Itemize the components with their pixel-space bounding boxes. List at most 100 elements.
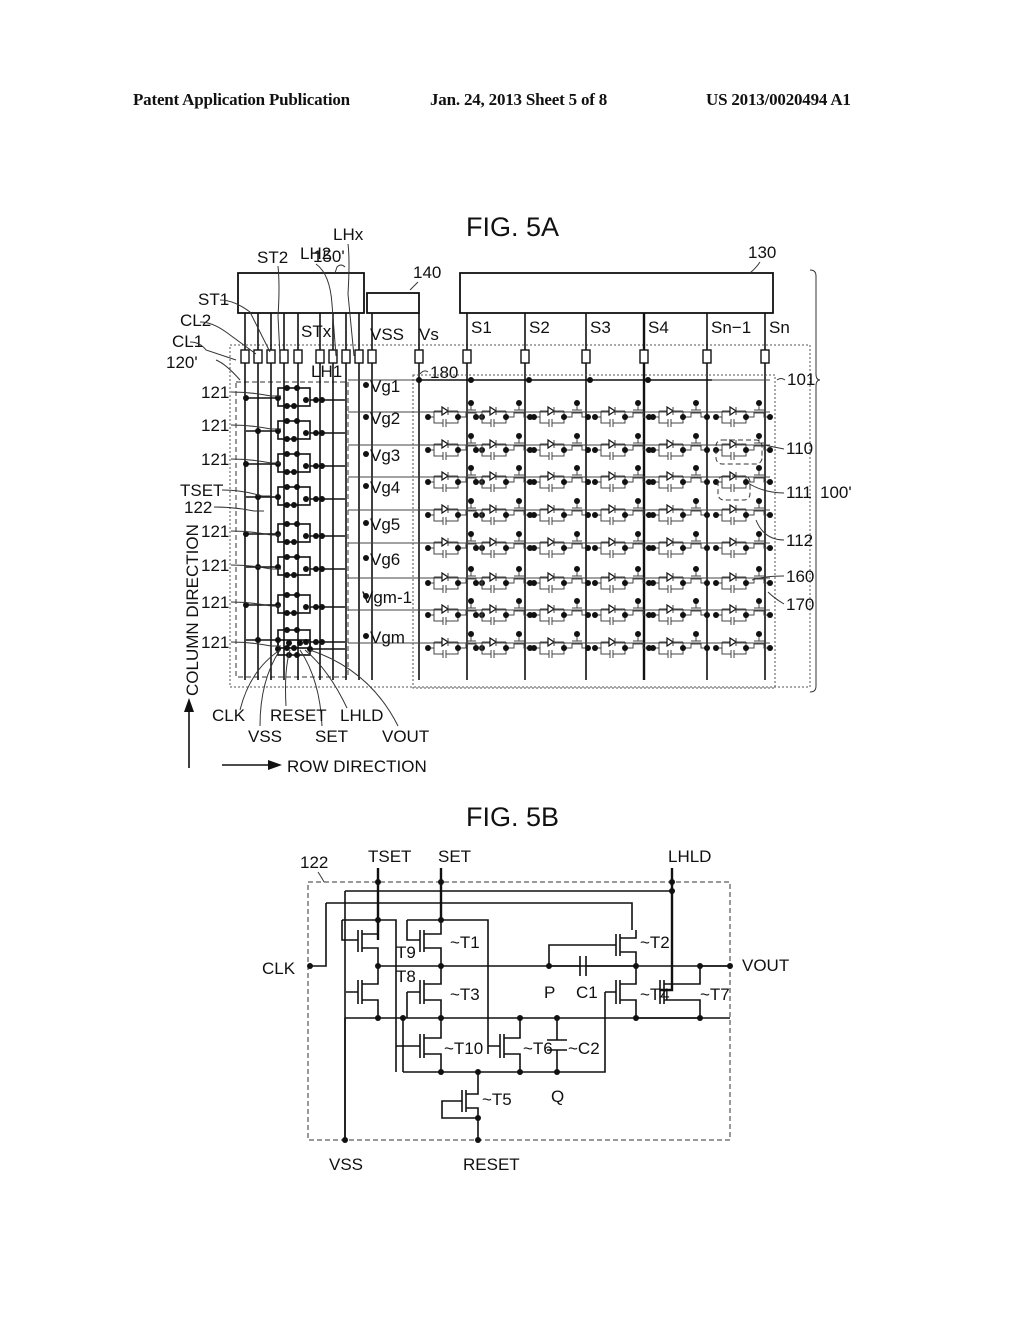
capacitor-icon xyxy=(433,548,459,558)
junction-node xyxy=(473,414,479,420)
junction-node xyxy=(622,512,628,518)
junction-node xyxy=(275,494,281,500)
junction-node xyxy=(284,469,290,475)
junction-node xyxy=(284,436,290,442)
gate-label: Vgm xyxy=(370,628,405,647)
capacitor-icon xyxy=(539,482,565,492)
junction-node xyxy=(303,463,309,469)
connection-pad xyxy=(266,349,276,364)
junction-node xyxy=(574,465,580,471)
capacitor-icon xyxy=(658,648,684,658)
gate-label: Vg1 xyxy=(370,377,400,396)
junction-node xyxy=(756,566,762,572)
junction-node xyxy=(455,512,461,518)
shift-register-stage xyxy=(246,627,345,651)
junction-node xyxy=(531,414,537,420)
junction-node xyxy=(650,512,656,518)
pixel-cell xyxy=(473,433,533,460)
junction-node xyxy=(704,580,710,586)
label-t2: ~T2 xyxy=(640,933,670,952)
gate-node xyxy=(363,633,369,639)
capacitor-icon xyxy=(658,417,684,427)
column-direction-label: COLUMN DIRECTION xyxy=(183,524,202,696)
junction-node xyxy=(592,612,598,618)
capacitor-icon xyxy=(481,515,507,525)
junction-node xyxy=(303,496,309,502)
diode-icon xyxy=(608,470,617,482)
label-cl1: CL1 xyxy=(172,332,203,351)
junction-node xyxy=(622,545,628,551)
capacitor-icon xyxy=(658,583,684,593)
junction-node xyxy=(275,461,281,467)
pixel-cell xyxy=(713,631,773,658)
junction-node xyxy=(585,580,591,586)
diode-icon xyxy=(729,636,738,648)
circuit-node xyxy=(342,1137,348,1143)
gate-node xyxy=(363,414,369,420)
junction-node xyxy=(574,400,580,406)
junction-node xyxy=(516,433,522,439)
junction-node xyxy=(743,545,749,551)
circuit-node xyxy=(438,963,444,969)
source-label: S3 xyxy=(590,318,611,337)
junction-node xyxy=(713,612,719,618)
pixel-cell xyxy=(425,498,485,525)
capacitor-icon xyxy=(658,515,684,525)
capacitor-icon xyxy=(600,450,626,460)
label-stx: STx xyxy=(301,322,332,341)
pixel-cell xyxy=(425,631,485,658)
label-st2: ST2 xyxy=(257,248,288,267)
source-pad xyxy=(639,349,649,364)
junction-node xyxy=(473,612,479,618)
junction-node xyxy=(303,430,309,436)
junction-node xyxy=(473,545,479,551)
pixel-cell xyxy=(713,531,773,558)
circuit-node xyxy=(475,1069,481,1075)
junction-node xyxy=(574,598,580,604)
junction-node xyxy=(531,479,537,485)
junction-node xyxy=(255,428,261,434)
junction-node xyxy=(468,531,474,537)
diode-icon xyxy=(489,571,498,583)
diode-icon xyxy=(489,405,498,417)
junction-node xyxy=(455,645,461,651)
junction-node xyxy=(561,545,567,551)
shift-register-stage xyxy=(246,554,345,578)
junction-node xyxy=(531,545,537,551)
fig-5a: FIG. 5A 150' 140 130 100' 101 CL1 CL2 ST… xyxy=(166,212,852,776)
junction-node xyxy=(635,465,641,471)
connection-pad xyxy=(354,349,364,364)
junction-node xyxy=(516,631,522,637)
ref-112: 112 xyxy=(786,531,813,550)
capacitor-icon xyxy=(539,615,565,625)
junction-node xyxy=(635,598,641,604)
junction-node xyxy=(319,463,325,469)
junction-node xyxy=(503,580,509,586)
junction-node xyxy=(319,397,325,403)
diode-icon xyxy=(489,636,498,648)
junction-node xyxy=(592,479,598,485)
vs-node xyxy=(645,377,651,383)
junction-node xyxy=(313,639,319,645)
source-label: Sn xyxy=(769,318,790,337)
diode-icon xyxy=(489,503,498,515)
junction-node xyxy=(585,545,591,551)
junction-node xyxy=(473,479,479,485)
junction-node xyxy=(243,461,249,467)
junction-node xyxy=(275,602,281,608)
junction-node xyxy=(650,545,656,551)
junction-node xyxy=(313,397,319,403)
ref-130: 130 xyxy=(748,243,776,262)
label-cl2: CL2 xyxy=(180,311,211,330)
junction-node xyxy=(743,447,749,453)
circuit-node xyxy=(438,879,444,885)
junction-node xyxy=(284,627,290,633)
capacitor-icon xyxy=(600,615,626,625)
pixel-cell xyxy=(531,566,591,593)
connection-pad xyxy=(240,349,250,364)
junction-node xyxy=(756,433,762,439)
gate-node xyxy=(363,382,369,388)
ref-100: 100' xyxy=(820,483,852,502)
junction-node xyxy=(516,400,522,406)
terminal-vss: VSS xyxy=(329,1155,363,1174)
